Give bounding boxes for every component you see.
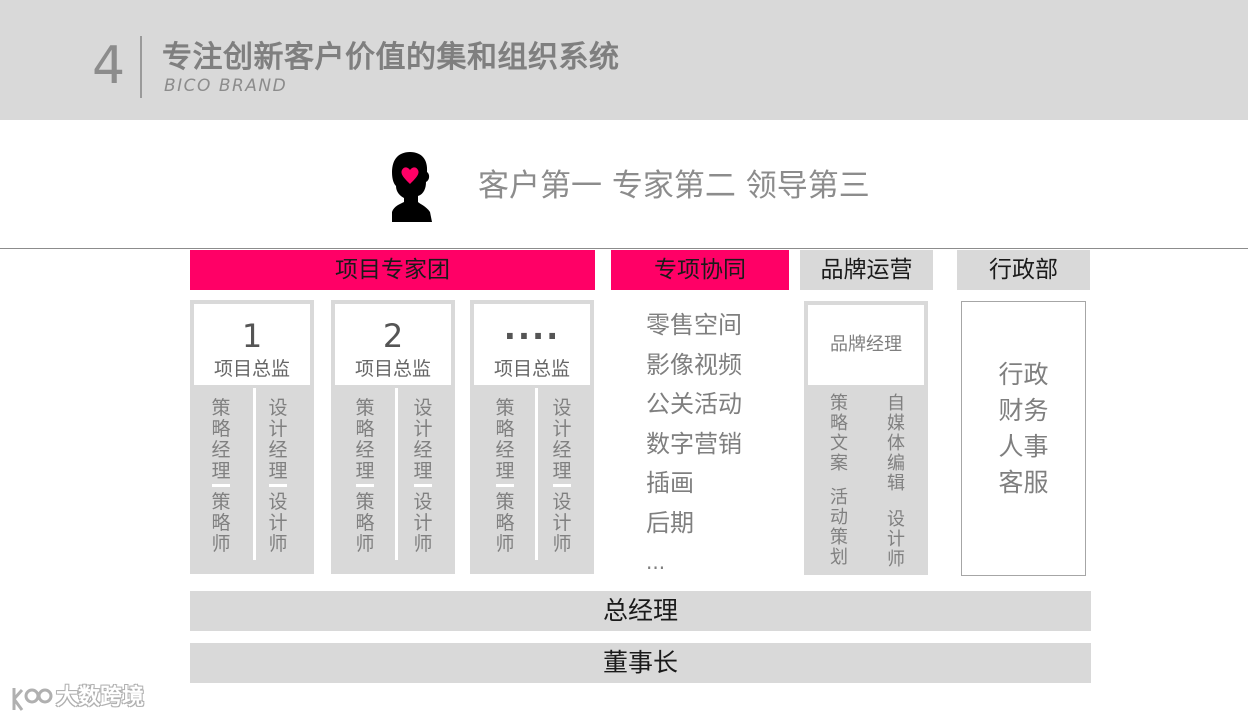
- role-strategy-manager: 策略经理: [211, 397, 231, 482]
- role-strategist: 策略师: [211, 491, 231, 555]
- admin-item: 人事: [998, 432, 1049, 461]
- chairman-bar: 董事长: [190, 643, 1091, 683]
- role-break: [212, 484, 230, 487]
- role-designer: 设计师: [552, 491, 572, 555]
- dept-admin: 行政部: [957, 250, 1090, 290]
- admin-column: 行政 财务 人事 客服: [961, 301, 1086, 576]
- project-header: 2 项目总监: [335, 304, 451, 385]
- list-item: 影像视频: [646, 350, 742, 379]
- role-separator: [395, 388, 398, 560]
- role-break: [496, 484, 514, 487]
- role-break: [414, 484, 432, 487]
- dept-special: 专项协同: [611, 250, 789, 290]
- section-number: 4: [92, 36, 126, 96]
- brand-column: 品牌经理: [804, 301, 928, 575]
- role-separator: [253, 388, 256, 560]
- page-subtitle: BICO BRAND: [164, 76, 288, 96]
- role-strategy-manager: 策略经理: [495, 397, 515, 482]
- list-item: 插画: [646, 469, 694, 497]
- project-header: ···· 项目总监: [474, 304, 590, 385]
- role-strategy-manager: 策略经理: [355, 397, 375, 482]
- list-item: 零售空间: [646, 311, 742, 339]
- watermark-logo-icon: [12, 688, 53, 711]
- role-strategist: 策略师: [495, 491, 515, 555]
- role-break: [269, 484, 287, 487]
- role-designer: 设计师: [413, 491, 433, 555]
- project-header: 1 项目总监: [194, 304, 310, 385]
- project-column-2: 2 项目总监: [331, 300, 455, 574]
- dept-brand: 品牌运营: [800, 250, 933, 290]
- role-break: [553, 484, 571, 487]
- slogan-divider: [0, 248, 1248, 249]
- head-heart-icon: [392, 152, 432, 222]
- role-strategist: 策略师: [355, 491, 375, 555]
- header-divider: [140, 36, 142, 98]
- role-designer: 设计师: [268, 491, 288, 555]
- list-item: 后期: [646, 508, 694, 537]
- project-number: ····: [503, 317, 561, 355]
- role-designer: 设计师: [887, 509, 905, 570]
- list-item: 数字营销: [646, 429, 742, 458]
- project-director: 项目总监: [493, 358, 570, 380]
- project-director: 项目总监: [213, 358, 290, 380]
- project-number: 2: [382, 317, 404, 355]
- admin-item: 客服: [998, 468, 1049, 497]
- list-item: ...: [646, 550, 666, 574]
- project-director: 项目总监: [354, 358, 431, 380]
- role-design-manager: 设计经理: [552, 397, 572, 482]
- role-separator: [535, 388, 538, 560]
- project-column-3: ···· 项目总监: [470, 300, 594, 574]
- project-number: 1: [241, 317, 263, 355]
- admin-item: 财务: [998, 396, 1049, 425]
- admin-item: 行政: [998, 360, 1049, 389]
- general-manager-bar: 总经理: [190, 591, 1091, 631]
- role-design-manager: 设计经理: [268, 397, 288, 482]
- brand-header: 品牌经理: [808, 305, 924, 385]
- role-event-planner: 活动策划: [830, 487, 848, 568]
- role-copywriter: 策略文案: [830, 393, 848, 474]
- role-break: [356, 484, 374, 487]
- watermark-text: 大数跨境: [56, 685, 145, 710]
- page-title: 专注创新客户价值的集和组织系统: [162, 40, 620, 75]
- role-media-editor: 自媒体编辑: [887, 393, 905, 494]
- role-design-manager: 设计经理: [413, 397, 433, 482]
- brand-manager: 品牌经理: [830, 334, 902, 355]
- slogan-text: 客户第一 专家第二 领导第三: [478, 168, 870, 204]
- list-item: 公关活动: [646, 390, 742, 418]
- dept-expert-team: 项目专家团: [190, 250, 595, 290]
- special-services-list: 零售空间 影像视频 公关活动 数字营销 插画 后期 ...: [646, 306, 742, 583]
